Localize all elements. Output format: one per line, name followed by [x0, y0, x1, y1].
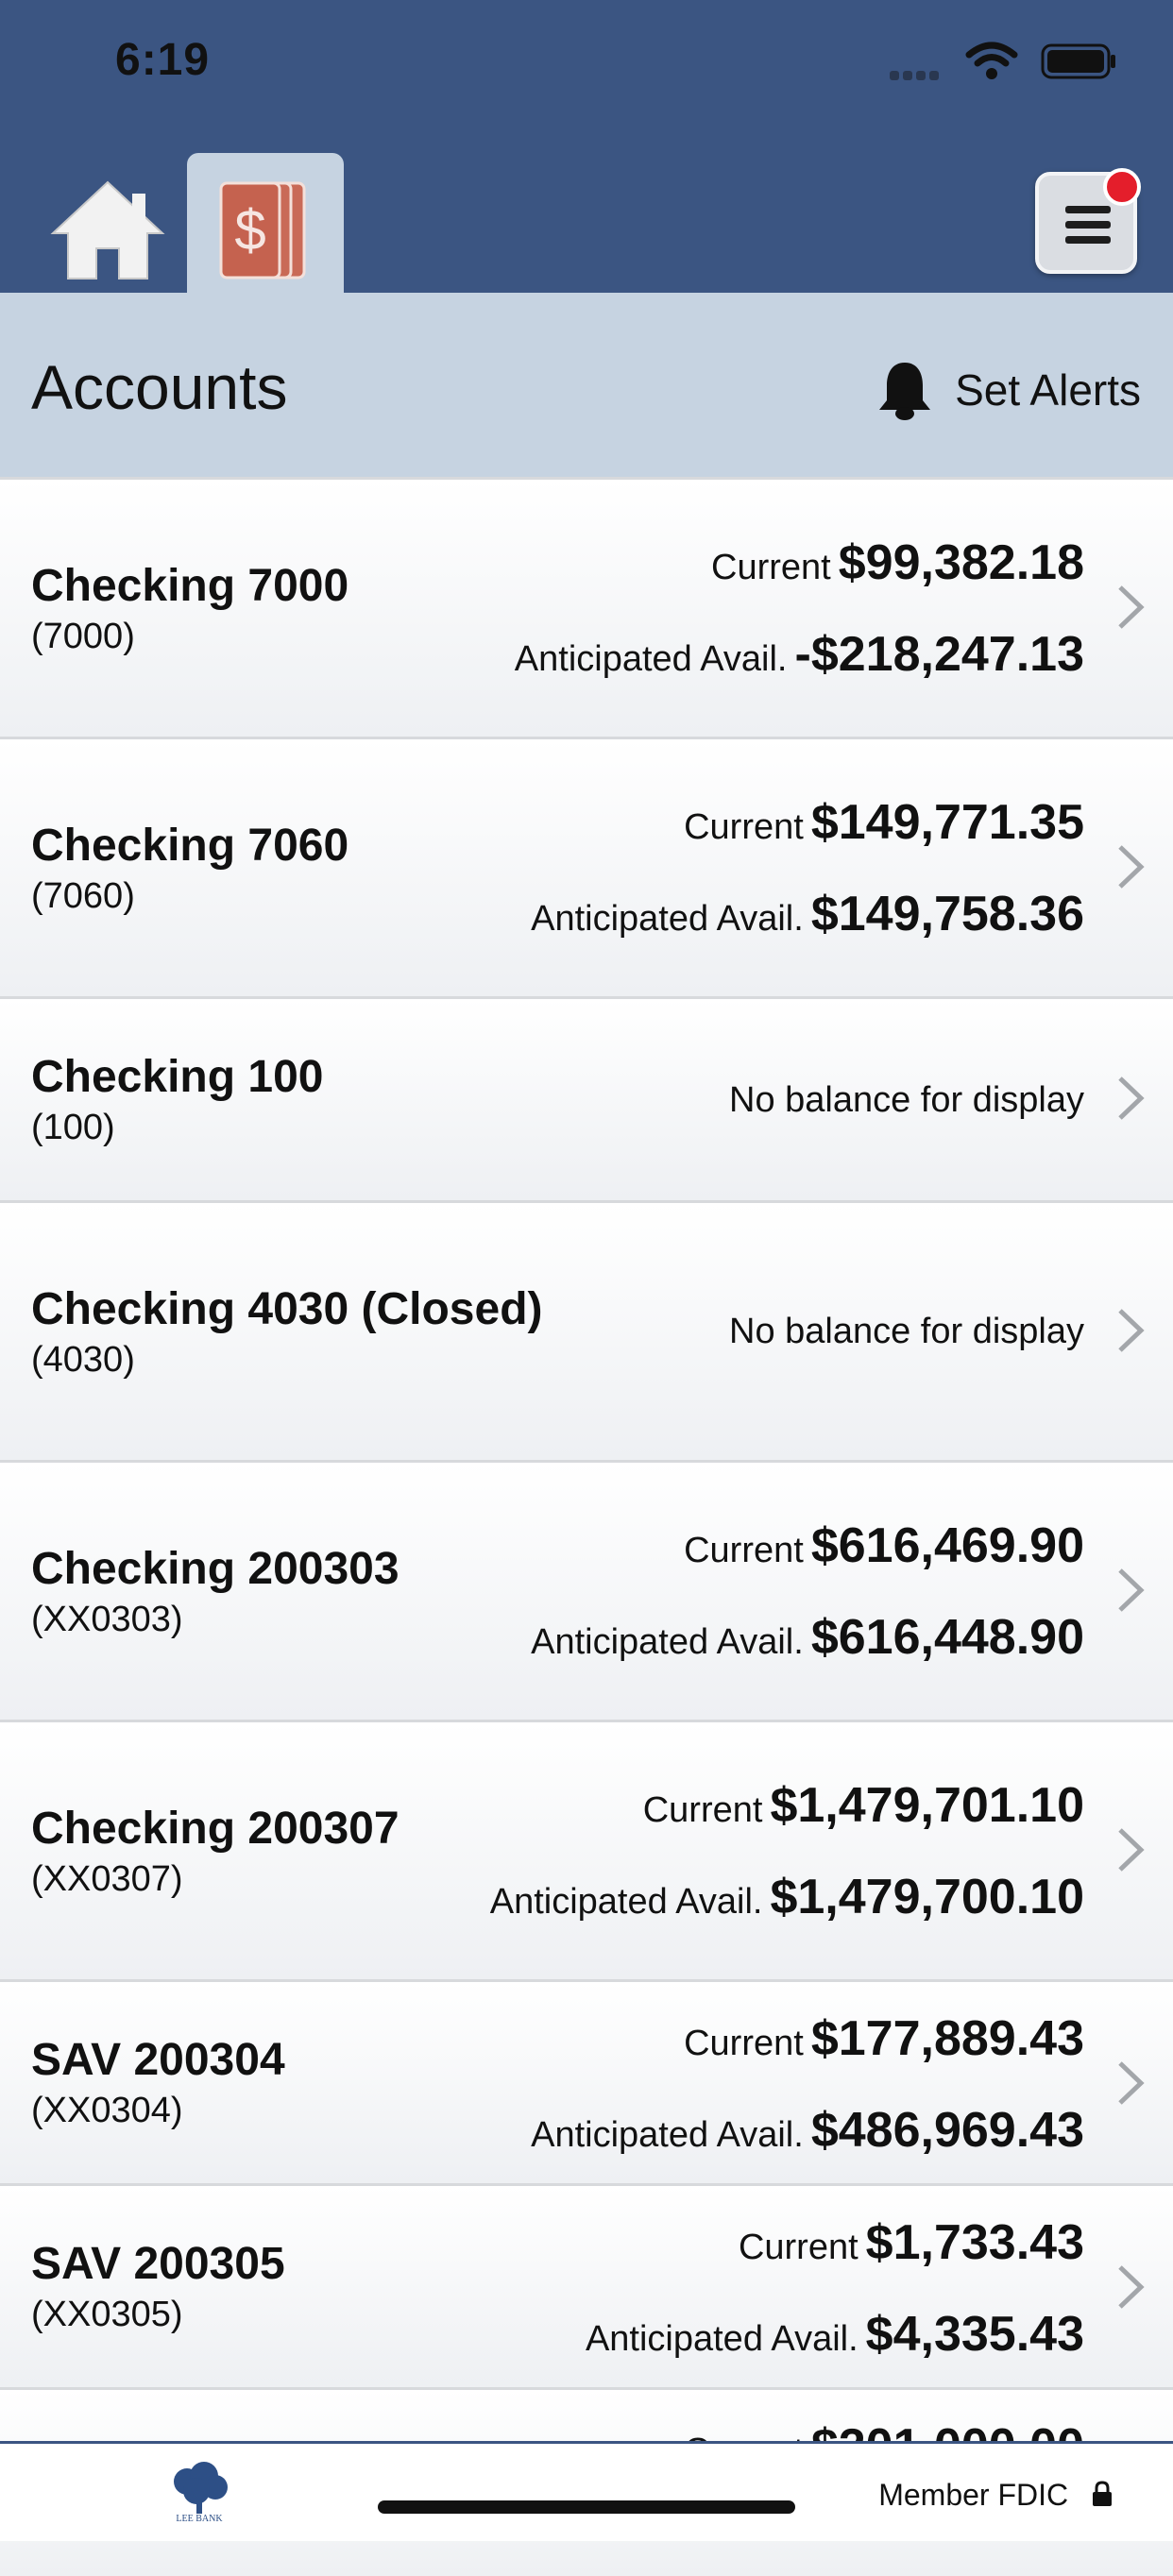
current-balance-line: Current $99,382.18 [711, 534, 1084, 591]
account-number: (XX0303) [31, 1600, 183, 1639]
current-balance: $616,469.90 [810, 1518, 1084, 1573]
tree-logo-icon [174, 2462, 228, 2514]
account-name: Checking 100 [31, 1052, 324, 1102]
member-fdic-label: Member FDIC [878, 2478, 1069, 2512]
account-row[interactable]: Checking 200307 (XX0307) Current $1,479,… [0, 1720, 1173, 1979]
account-row[interactable]: Checking 100 (100) No balance for displa… [0, 996, 1173, 1200]
chevron-right-icon [1118, 1076, 1145, 1120]
set-alerts-button[interactable]: Set Alerts [876, 357, 1141, 423]
dollar-cards-icon: $ [219, 181, 306, 280]
account-number: (XX0305) [31, 2295, 183, 2334]
current-balance: $1,733.43 [865, 2215, 1084, 2270]
no-balance-text: No balance for display [729, 1080, 1084, 1120]
current-balance-line: Current $177,889.43 [684, 2010, 1084, 2067]
chevron-right-icon [1118, 2265, 1145, 2309]
available-balance-line: Anticipated Avail. $149,758.36 [531, 886, 1084, 942]
account-row[interactable]: Checking 7000 (7000) Current $99,382.18 … [0, 477, 1173, 737]
account-name: Checking 4030 (Closed) [31, 1284, 543, 1334]
set-alerts-label: Set Alerts [955, 365, 1141, 415]
available-balance: $149,758.36 [810, 887, 1084, 941]
available-balance: $1,479,700.10 [770, 1870, 1084, 1924]
notification-badge [1103, 168, 1141, 206]
no-balance-text: No balance for display [729, 1312, 1084, 1351]
current-balance-line: Current $1,733.43 [739, 2214, 1084, 2271]
account-number: (100) [31, 1108, 115, 1147]
account-row[interactable]: SAV 200305 (XX0305) Current $1,733.43 An… [0, 2183, 1173, 2387]
current-balance-line: Current $1,479,701.10 [643, 1777, 1084, 1834]
account-number: (7000) [31, 617, 135, 656]
current-label: Current [711, 548, 831, 587]
account-name: Checking 200303 [31, 1544, 400, 1594]
chevron-right-icon [1118, 845, 1145, 889]
account-number: (XX0307) [31, 1859, 183, 1899]
account-row[interactable]: Checking 200303 (XX0303) Current $616,46… [0, 1460, 1173, 1720]
bank-logo: LEE BANK [166, 2461, 232, 2527]
home-tab[interactable] [45, 175, 170, 286]
available-label: Anticipated Avail. [585, 2319, 858, 2359]
available-balance-line: Anticipated Avail. $486,969.43 [531, 2102, 1084, 2159]
top-nav-bar: 6:19 $ [0, 0, 1173, 295]
current-balance: $1,479,701.10 [770, 1778, 1084, 1833]
bank-logo-text: LEE BANK [176, 2514, 223, 2524]
chevron-right-icon [1118, 1828, 1145, 1872]
chevron-right-icon [1118, 585, 1145, 629]
current-balance-line: Current $149,771.35 [684, 794, 1084, 851]
account-number: (XX0304) [31, 2091, 183, 2130]
lock-icon [1093, 2481, 1112, 2506]
available-label: Anticipated Avail. [531, 899, 804, 939]
available-label: Anticipated Avail. [514, 639, 788, 679]
available-balance-line: Anticipated Avail. $1,479,700.10 [490, 1869, 1084, 1925]
signal-icon [890, 68, 943, 85]
account-row[interactable]: SAV 200304 (XX0304) Current $177,889.43 … [0, 1979, 1173, 2183]
account-name: SAV 200305 [31, 2239, 285, 2289]
footer: LEE BANK Member FDIC [0, 2441, 1173, 2541]
available-balance-line: Anticipated Avail. $4,335.43 [586, 2306, 1084, 2363]
battery-icon [1041, 43, 1115, 79]
bell-icon [879, 363, 931, 420]
account-row[interactable]: Checking 4030 (Closed) (4030) No balance… [0, 1200, 1173, 1460]
accounts-header: Accounts Set Alerts [0, 293, 1173, 477]
chevron-right-icon [1118, 2061, 1145, 2105]
current-label: Current [684, 1531, 804, 1570]
current-balance: $99,382.18 [838, 535, 1084, 590]
status-icons [890, 38, 1173, 85]
status-time: 6:19 [115, 35, 211, 85]
current-label: Current [684, 807, 804, 847]
wifi-icon [965, 42, 1018, 79]
account-name: Checking 7000 [31, 561, 349, 611]
available-label: Anticipated Avail. [489, 1882, 763, 1922]
current-balance: $149,771.35 [810, 795, 1084, 850]
available-balance: $486,969.43 [810, 2103, 1084, 2158]
current-label: Current [684, 2024, 804, 2063]
current-label: Current [738, 2228, 858, 2267]
accounts-tab[interactable]: $ [187, 153, 344, 295]
account-name: Checking 200307 [31, 1804, 400, 1854]
home-indicator [378, 2500, 795, 2514]
available-label: Anticipated Avail. [531, 2115, 804, 2155]
account-name: Checking 7060 [31, 821, 349, 871]
chevron-right-icon [1118, 1309, 1145, 1352]
available-label: Anticipated Avail. [531, 1622, 804, 1662]
account-number: (7060) [31, 876, 135, 916]
chevron-right-icon [1118, 1568, 1145, 1612]
available-balance: $4,335.43 [865, 2307, 1084, 2362]
current-balance-line: Current $616,469.90 [684, 1517, 1084, 1574]
available-balance: $616,448.90 [810, 1610, 1084, 1665]
current-balance: $177,889.43 [810, 2011, 1084, 2066]
account-row[interactable]: Checking 7060 (7060) Current $149,771.35… [0, 737, 1173, 996]
home-icon [50, 180, 165, 280]
account-list: Checking 7000 (7000) Current $99,382.18 … [0, 477, 1173, 2576]
account-number: (4030) [31, 1340, 135, 1380]
member-fdic: Member FDIC [878, 2478, 1114, 2513]
available-balance: -$218,247.13 [794, 627, 1085, 682]
svg-text:$: $ [234, 198, 265, 262]
account-name: SAV 200304 [31, 2035, 285, 2085]
page-title: Accounts [31, 352, 288, 422]
current-label: Current [642, 1790, 763, 1830]
available-balance-line: Anticipated Avail. $616,448.90 [531, 1609, 1084, 1666]
available-balance-line: Anticipated Avail. -$218,247.13 [515, 626, 1084, 683]
